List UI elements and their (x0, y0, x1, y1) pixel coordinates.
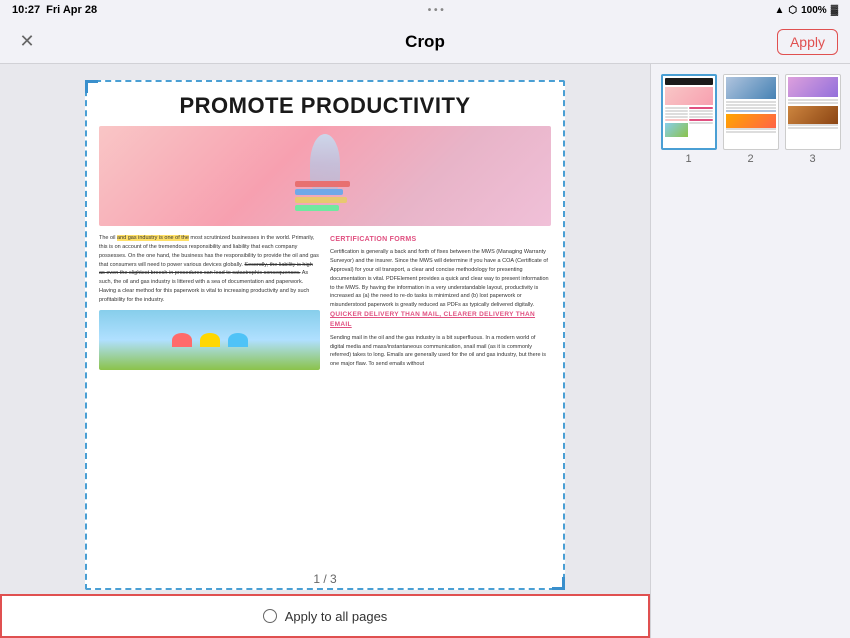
thumbnail-row: 1 2 (661, 74, 841, 165)
thumb1-content (663, 76, 715, 139)
umbrella2 (200, 333, 220, 347)
col-text-1: Certification is generally a back and fo… (330, 248, 551, 310)
page-indicator: 1 / 3 (313, 570, 336, 588)
document-page: PROMOTE PRODUCTIVITY The oil and gas ind… (85, 80, 565, 590)
crop-wrapper[interactable]: PROMOTE PRODUCTIVITY The oil and gas ind… (85, 80, 565, 590)
document-area: PROMOTE PRODUCTIVITY The oil and gas ind… (0, 64, 650, 638)
thumb3-content (786, 75, 840, 132)
status-bar: 10:27 Fri Apr 28 • • • ▲ ⬡ 100% ▓ (0, 0, 850, 20)
thumbnail-sidebar: 1 2 (650, 64, 850, 638)
dots: • • • (428, 5, 444, 16)
doc-col-right: CERTIFICATION FORMS Certification is gen… (330, 234, 551, 374)
umbrella3 (228, 333, 248, 347)
thumbnail-item-1[interactable]: 1 (661, 74, 717, 165)
thumb-page-3[interactable] (785, 74, 841, 150)
doc-col-left: The oil and gas industry is one of the m… (99, 234, 320, 374)
thumb2-hero-img (726, 77, 776, 99)
apply-all-circle-icon (263, 609, 277, 623)
col-heading-1: CERTIFICATION FORMS (330, 234, 551, 245)
hero-image (99, 126, 551, 226)
thumb1-title-bar (665, 78, 713, 85)
time: 10:27 (12, 4, 40, 16)
lower-image (99, 310, 320, 370)
toolbar: ✕ Crop Apply (0, 20, 850, 64)
thumb2-content (724, 75, 778, 136)
thumb1-col1 (665, 107, 689, 137)
thumbnail-item-2[interactable]: 2 (723, 74, 779, 165)
thumb1-col2 (689, 107, 713, 137)
toolbar-title: Crop (405, 32, 445, 52)
close-button[interactable]: ✕ (12, 27, 42, 57)
apply-all-bar[interactable]: Apply to all pages (0, 594, 650, 638)
page-number: 1 / 3 (313, 572, 336, 586)
thumb2-img2 (726, 114, 776, 128)
thumb-page-1[interactable] (661, 74, 717, 150)
doc-columns: The oil and gas industry is one of the m… (99, 234, 551, 374)
thumb-page-2[interactable] (723, 74, 779, 150)
umbrella-scene (99, 310, 320, 370)
date: Fri Apr 28 (46, 4, 97, 16)
wifi-icon: ▲ (774, 5, 784, 16)
document-title: PROMOTE PRODUCTIVITY (99, 94, 551, 118)
thumb-label-2: 2 (747, 153, 753, 165)
col-heading-2: QUICKER DELIVERY THAN MAIL, CLEARER DELI… (330, 310, 551, 331)
thumbnail-item-3[interactable]: 3 (785, 74, 841, 165)
battery-level: 100% (801, 5, 827, 16)
apply-all-label: Apply to all pages (285, 609, 388, 624)
apply-button[interactable]: Apply (777, 29, 838, 55)
thumb-label-1: 1 (685, 153, 691, 165)
thumb1-hero-img (665, 87, 713, 105)
thumb3-hero-img (788, 77, 838, 97)
battery-icon: ▓ (831, 5, 838, 16)
umbrella1 (172, 333, 192, 347)
thumb-label-3: 3 (809, 153, 815, 165)
bluetooth-icon: ⬡ (788, 5, 797, 16)
status-bar-center: • • • (428, 5, 444, 16)
thumb3-img2 (788, 106, 838, 124)
col-text-2: Sending mail in the oil and the gas indu… (330, 334, 551, 369)
stack-decoration (295, 181, 355, 211)
main-content: PROMOTE PRODUCTIVITY The oil and gas ind… (0, 64, 850, 638)
status-bar-right: ▲ ⬡ 100% ▓ (774, 5, 838, 16)
status-bar-left: 10:27 Fri Apr 28 (12, 4, 97, 16)
thumb1-cols (665, 107, 713, 137)
